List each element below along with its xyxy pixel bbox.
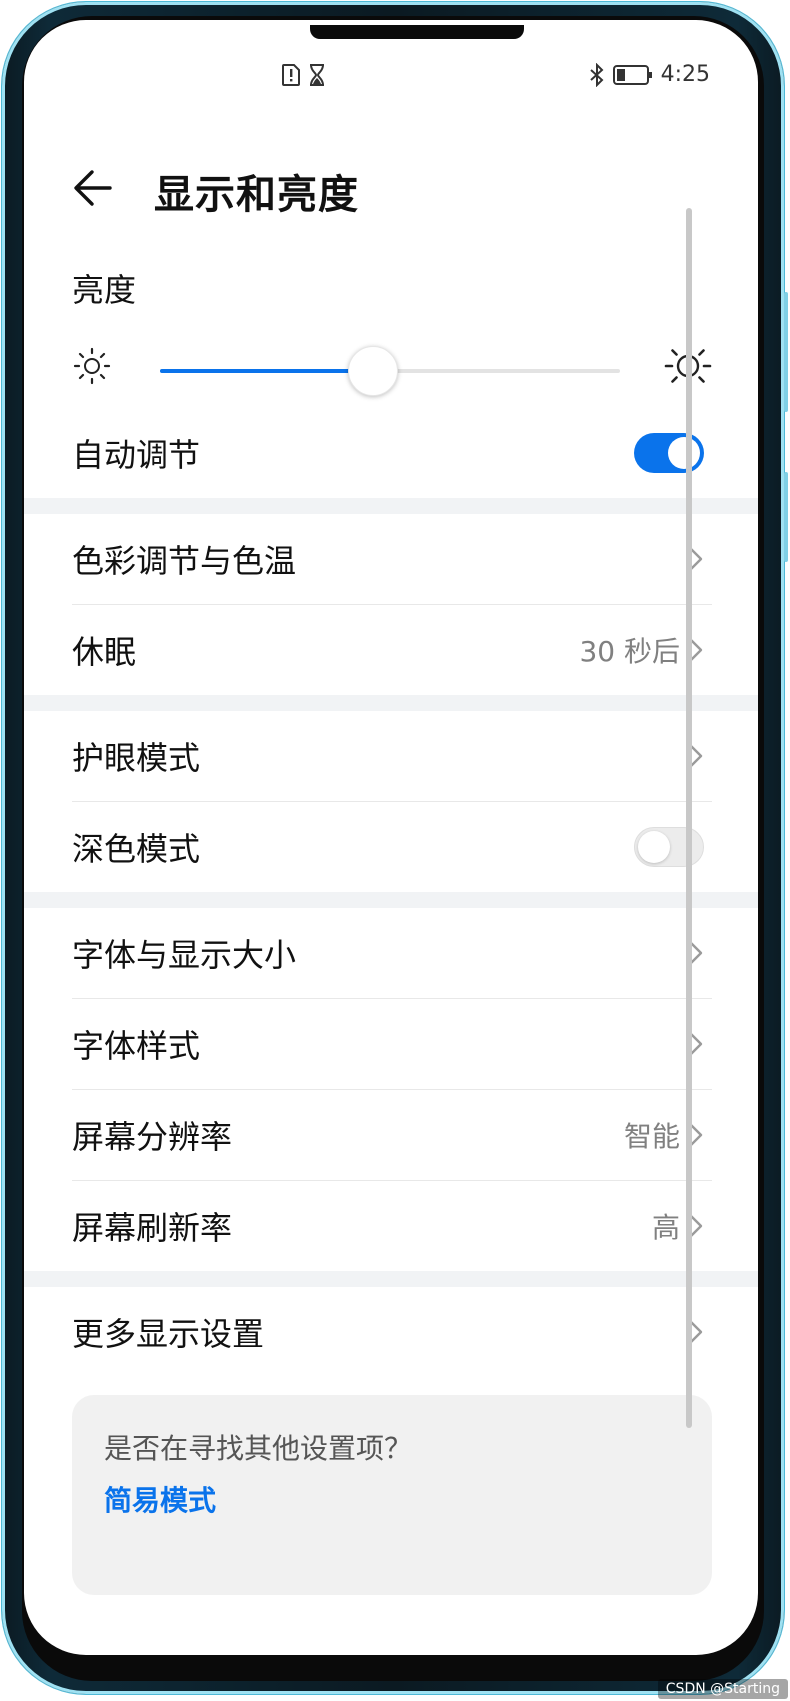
suggestion-question: 是否在寻找其他设置项？ (104, 1432, 413, 1465)
simple-mode-link[interactable]: 简易模式 (104, 1479, 216, 1519)
font-style-label: 字体样式 (72, 1027, 201, 1065)
power-button (784, 472, 788, 562)
auto-adjust-label: 自动调节 (72, 436, 201, 474)
toggle-knob (638, 831, 670, 863)
suggestion-card: 是否在寻找其他设置项？ 简易模式 (72, 1395, 712, 1595)
refresh-rate-row[interactable]: 屏幕刷新率 高 (24, 1181, 758, 1271)
color-temp-label: 色彩调节与色温 (72, 542, 297, 580)
dark-mode-label: 深色模式 (72, 830, 201, 868)
sleep-row[interactable]: 休眠 30 秒后 (24, 605, 758, 695)
eye-comfort-label: 护眼模式 (72, 739, 201, 777)
page-title: 显示和亮度 (154, 172, 359, 218)
more-display-label: 更多显示设置 (72, 1315, 265, 1353)
refresh-rate-label: 屏幕刷新率 (72, 1209, 233, 1247)
sleep-value: 30 秒后 (579, 635, 680, 668)
resolution-value: 智能 (623, 1120, 680, 1153)
section-separator (24, 695, 758, 711)
brightness-thumb[interactable] (348, 346, 398, 396)
status-bar: 4:25 (24, 20, 758, 116)
more-display-row[interactable]: 更多显示设置 (24, 1287, 758, 1377)
section-separator (24, 498, 758, 514)
eye-comfort-row[interactable]: 护眼模式 (24, 711, 758, 801)
auto-adjust-toggle[interactable] (634, 433, 704, 473)
phone-screen: 4:25 显示和亮度 亮度 自动调节 色彩调节与色温 休眠 30 秒后 护眼模式… (24, 20, 758, 1655)
brightness-slider[interactable] (72, 338, 712, 398)
resolution-label: 屏幕分辨率 (72, 1118, 233, 1156)
volume-button (784, 292, 788, 412)
brightness-fill (160, 369, 372, 373)
battery-icon (612, 64, 653, 86)
watermark: CSDN @Starting (657, 1679, 788, 1699)
color-temp-row[interactable]: 色彩调节与色温 (24, 514, 758, 604)
dark-mode-row[interactable]: 深色模式 (24, 802, 758, 892)
section-separator (24, 1271, 758, 1287)
toggle-knob (668, 437, 700, 469)
font-size-row[interactable]: 字体与显示大小 (24, 908, 758, 998)
scrollbar[interactable] (686, 208, 692, 1428)
dark-mode-toggle[interactable] (634, 827, 704, 867)
brightness-track[interactable] (160, 346, 620, 396)
hourglass-icon (308, 64, 326, 86)
auto-adjust-row[interactable]: 自动调节 (24, 408, 758, 498)
font-style-row[interactable]: 字体样式 (24, 999, 758, 1089)
sleep-label: 休眠 (72, 633, 137, 671)
bluetooth-icon (589, 62, 605, 87)
brightness-label: 亮度 (72, 271, 137, 309)
back-arrow-icon (74, 170, 112, 206)
back-button[interactable] (70, 164, 118, 212)
refresh-rate-value: 高 (651, 1211, 680, 1244)
font-size-label: 字体与显示大小 (72, 936, 297, 974)
resolution-row[interactable]: 屏幕分辨率 智能 (24, 1090, 758, 1180)
section-separator (24, 892, 758, 908)
clock: 4:25 (660, 62, 710, 87)
sim-alert-icon (282, 64, 300, 86)
brightness-low-icon (72, 346, 112, 390)
app-header: 显示和亮度 (24, 140, 758, 220)
